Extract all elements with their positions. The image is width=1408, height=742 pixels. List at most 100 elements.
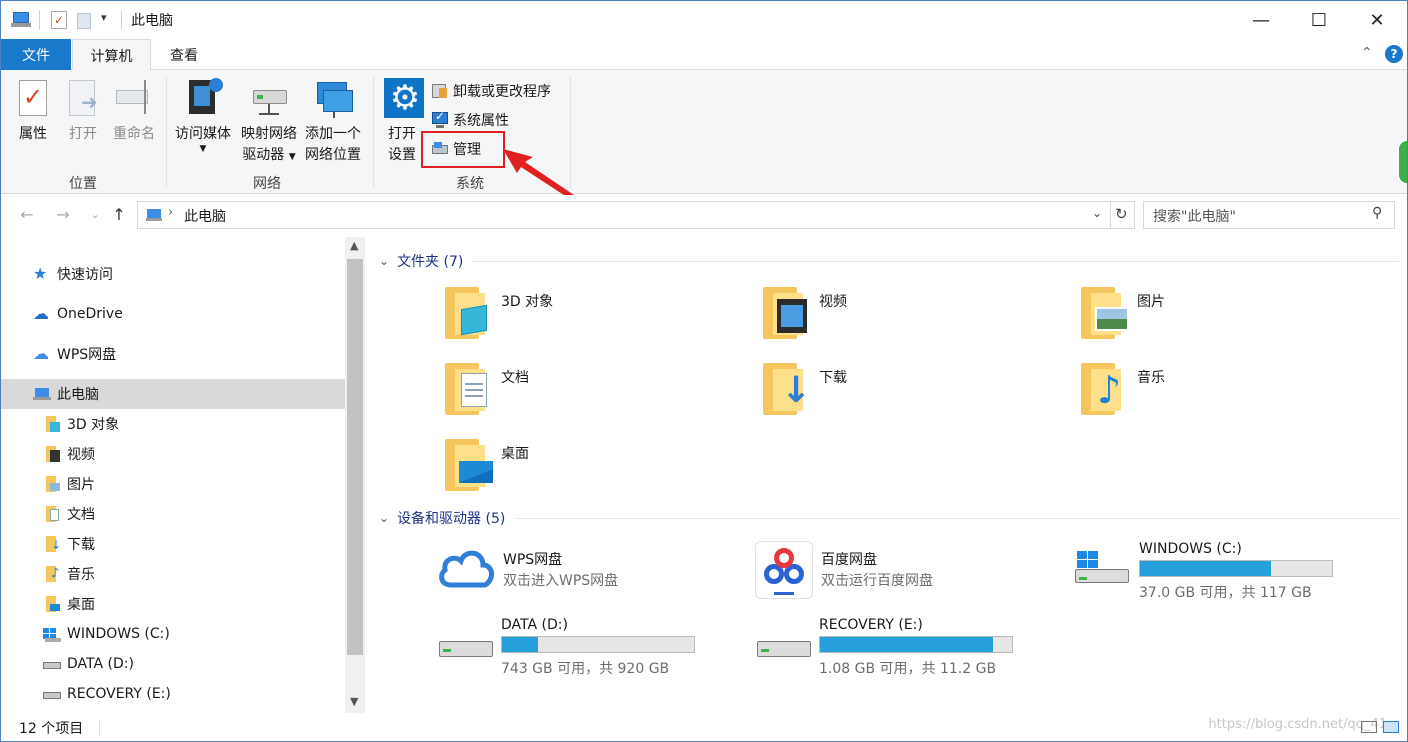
collapse-ribbon-icon[interactable]: ⌃ bbox=[1361, 45, 1373, 61]
drive-c-item[interactable]: WINDOWS (C:) 37.0 GB 可用，共 117 GB bbox=[1075, 541, 1345, 601]
open-settings-button[interactable]: ⚙ 打开 设置 bbox=[381, 76, 424, 166]
title-bar: ✓ ▾ 此电脑 — ☐ ✕ bbox=[1, 1, 1407, 39]
folder-item-3d-objects[interactable]: 3D 对象 bbox=[445, 283, 553, 341]
navigation-pane: ★ 快速访问 ☁ OneDrive ☁ WPS网盘 此电脑 3D 对象 视频 图… bbox=[1, 237, 345, 713]
drive-icon bbox=[757, 641, 813, 661]
nav-onedrive[interactable]: ☁ OneDrive bbox=[1, 299, 345, 329]
address-dropdown-icon[interactable]: ⌄ bbox=[1092, 206, 1102, 220]
nav-documents[interactable]: 文档 bbox=[1, 499, 345, 529]
folder-item-music[interactable]: ♪ 音乐 bbox=[1081, 359, 1165, 417]
ribbon-tabs: 文件 计算机 查看 ⌃ ? bbox=[1, 39, 1407, 71]
folder-item-pictures[interactable]: 图片 bbox=[1081, 283, 1165, 341]
uninstall-icon bbox=[431, 82, 449, 100]
new-folder-quick-icon[interactable] bbox=[77, 13, 91, 29]
network-drive-icon bbox=[249, 76, 289, 120]
wps-cloud-icon bbox=[439, 550, 494, 588]
forward-arrow-icon[interactable]: → bbox=[51, 205, 75, 224]
rename-button[interactable]: 重命名 bbox=[109, 76, 159, 145]
help-icon[interactable]: ? bbox=[1385, 45, 1403, 63]
access-media-button[interactable]: 访问媒体 ▼ bbox=[172, 76, 234, 154]
refresh-icon[interactable]: ↻ bbox=[1115, 205, 1128, 223]
folder-downloads-icon: ↓ bbox=[43, 535, 61, 553]
recent-locations-chevron-icon[interactable]: ⌄ bbox=[83, 208, 107, 221]
add-location-label-2: 网络位置 bbox=[305, 147, 361, 163]
wps-cloud-name: WPS网盘 bbox=[503, 552, 563, 568]
folders-section-header[interactable]: ⌄ 文件夹 (7) bbox=[379, 251, 463, 271]
customize-quick-access-icon[interactable]: ▾ bbox=[101, 11, 107, 24]
nav-downloads[interactable]: ↓ 下载 bbox=[1, 529, 345, 559]
system-properties-button[interactable]: ✓ 系统属性 bbox=[431, 108, 509, 132]
add-network-location-button[interactable]: 添加一个 网络位置 bbox=[302, 76, 364, 166]
baidu-cloud-item[interactable]: 百度网盘 双击运行百度网盘 bbox=[755, 541, 1015, 599]
up-arrow-icon[interactable]: ↑ bbox=[107, 205, 131, 224]
wps-cloud-subtitle: 双击进入WPS网盘 bbox=[503, 573, 619, 589]
scroll-up-icon[interactable]: ▲ bbox=[350, 239, 358, 252]
details-view-icon[interactable] bbox=[1361, 721, 1377, 733]
settings-gear-icon: ⚙ bbox=[382, 76, 424, 120]
wps-cloud-item[interactable]: WPS网盘 双击进入WPS网盘 bbox=[437, 541, 697, 597]
dropdown-arrow-icon: ▼ bbox=[199, 144, 207, 154]
folder-item-desktop[interactable]: 桌面 bbox=[445, 435, 529, 493]
nav-wps-cloud[interactable]: ☁ WPS网盘 bbox=[1, 339, 345, 369]
properties-icon: ✓ bbox=[13, 76, 53, 120]
properties-button[interactable]: ✓ 属性 bbox=[13, 76, 53, 145]
open-button[interactable]: ➜ 打开 bbox=[63, 76, 103, 145]
close-button[interactable]: ✕ bbox=[1347, 1, 1407, 39]
windows-drive-icon bbox=[1075, 551, 1131, 591]
folder-item-videos[interactable]: 视频 bbox=[763, 283, 847, 341]
map-network-drive-button[interactable]: 映射网络 驱动器 ▼ bbox=[238, 76, 300, 168]
uninstall-button[interactable]: 卸载或更改程序 bbox=[431, 79, 551, 103]
drive-e-item[interactable]: RECOVERY (E:) 1.08 GB 可用，共 11.2 GB bbox=[757, 617, 1027, 677]
open-label: 打开 bbox=[69, 126, 97, 142]
window-title: 此电脑 bbox=[131, 13, 173, 29]
search-input[interactable]: 搜索"此电脑" ⚲ bbox=[1143, 201, 1395, 229]
breadcrumb-current[interactable]: 此电脑 bbox=[184, 206, 226, 226]
nav-videos[interactable]: 视频 bbox=[1, 439, 345, 469]
maximize-button[interactable]: ☐ bbox=[1289, 1, 1349, 39]
search-placeholder: 搜索"此电脑" bbox=[1153, 209, 1236, 225]
tab-computer[interactable]: 计算机 bbox=[72, 39, 151, 71]
nav-drive-d[interactable]: DATA (D:) bbox=[1, 649, 345, 679]
back-arrow-icon[interactable]: ← bbox=[15, 205, 39, 224]
nav-music[interactable]: ♪ 音乐 bbox=[1, 559, 345, 589]
folder-music-icon: ♪ bbox=[43, 565, 61, 583]
nav-quick-access[interactable]: ★ 快速访问 bbox=[1, 259, 345, 289]
drive-d-usage-bar bbox=[501, 636, 695, 653]
address-bar[interactable]: › 此电脑 ⌄ ↻ bbox=[137, 201, 1135, 229]
content-area: ⌄ 文件夹 (7) 3D 对象 视频 图片 文档 ↓ 下载 ♪ 音乐 桌面 ⌄ … bbox=[367, 237, 1407, 713]
map-drive-label-2: 驱动器 ▼ bbox=[242, 147, 296, 163]
scroll-thumb[interactable] bbox=[347, 259, 363, 655]
nav-desktop[interactable]: 桌面 bbox=[1, 589, 345, 619]
folder-item-documents[interactable]: 文档 bbox=[445, 359, 529, 417]
tab-view[interactable]: 查看 bbox=[151, 39, 217, 70]
open-icon: ➜ bbox=[63, 76, 103, 120]
folder-video-icon bbox=[763, 283, 815, 341]
system-group-label: 系统 bbox=[456, 176, 484, 192]
folder-3d-icon bbox=[43, 415, 61, 433]
minimize-button[interactable]: — bbox=[1231, 1, 1291, 39]
open-settings-label-1: 打开 bbox=[388, 126, 416, 142]
scroll-down-icon[interactable]: ▼ bbox=[350, 695, 358, 708]
status-bar: 12 个项目 https://blog.csdn.net/qq_41 bbox=[1, 713, 1407, 741]
nav-drive-e[interactable]: RECOVERY (E:) bbox=[1, 679, 345, 709]
drive-d-item[interactable]: DATA (D:) 743 GB 可用，共 920 GB bbox=[439, 617, 709, 677]
nav-scrollbar[interactable]: ▲ ▼ bbox=[345, 237, 365, 713]
folder-desktop-icon bbox=[445, 435, 497, 493]
folder-item-downloads[interactable]: ↓ 下载 bbox=[763, 359, 847, 417]
windows-drive-icon bbox=[43, 625, 61, 643]
nav-3d-objects[interactable]: 3D 对象 bbox=[1, 409, 345, 439]
folder-documents-icon bbox=[43, 505, 61, 523]
baidu-cloud-subtitle: 双击运行百度网盘 bbox=[821, 573, 933, 589]
rename-label: 重命名 bbox=[113, 126, 155, 142]
tab-file[interactable]: 文件 bbox=[1, 39, 71, 70]
nav-pictures[interactable]: 图片 bbox=[1, 469, 345, 499]
properties-quick-icon[interactable]: ✓ bbox=[51, 11, 67, 29]
properties-label: 属性 bbox=[19, 126, 47, 142]
large-icons-view-icon[interactable] bbox=[1383, 721, 1399, 733]
location-group-label: 位置 bbox=[69, 176, 97, 192]
side-green-tab bbox=[1397, 139, 1407, 185]
devices-section-header[interactable]: ⌄ 设备和驱动器 (5) bbox=[379, 508, 505, 528]
nav-this-pc[interactable]: 此电脑 bbox=[1, 379, 345, 409]
nav-drive-c[interactable]: WINDOWS (C:) bbox=[1, 619, 345, 649]
media-icon bbox=[183, 76, 223, 120]
